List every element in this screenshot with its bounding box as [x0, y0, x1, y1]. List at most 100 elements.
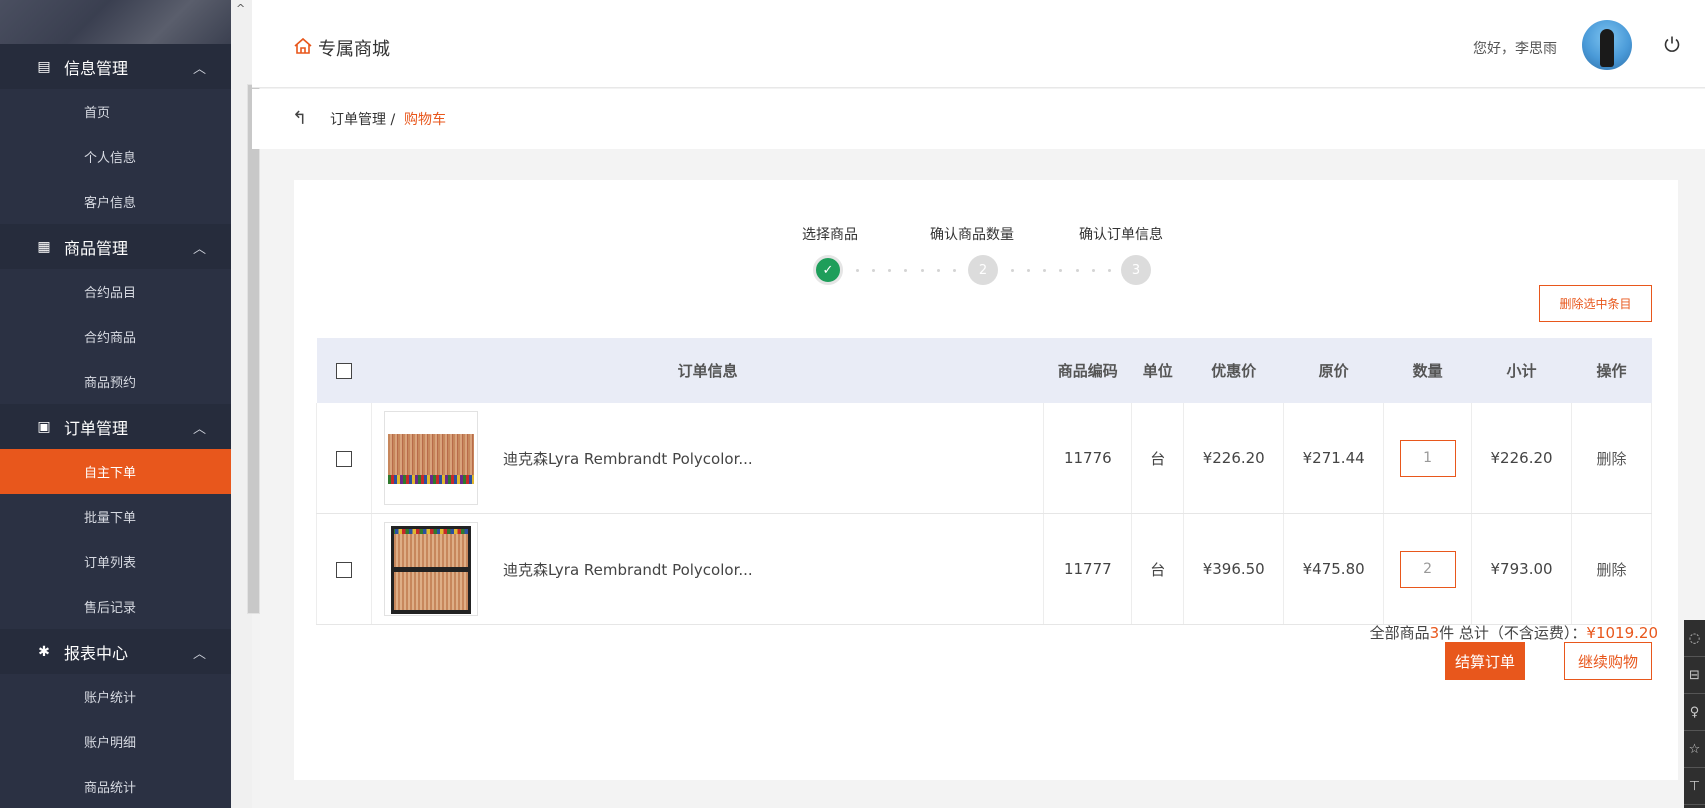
- col-discount-price: 优惠价: [1183, 338, 1284, 403]
- table-row: 迪克森Lyra Rembrandt Polycolor... 11777 台 ¥…: [316, 513, 1652, 625]
- back-to-top-icon[interactable]: ⊤: [1684, 768, 1705, 805]
- subtotal: ¥226.20: [1471, 403, 1572, 514]
- chevron-up-icon: ︿: [193, 647, 207, 662]
- bag-icon: ▣: [37, 418, 51, 435]
- sidebar-scrollbar[interactable]: ^: [231, 0, 260, 808]
- row-select-cell: [316, 403, 372, 514]
- product-unit: 台: [1131, 403, 1185, 514]
- menu-group-orders[interactable]: ▣ 订单管理 ︿: [0, 404, 231, 449]
- summary-prefix: 全部商品: [1369, 624, 1430, 642]
- step-connector: [1011, 269, 1111, 272]
- continue-shopping-button[interactable]: 继续购物: [1564, 642, 1652, 680]
- quantity-cell: 1: [1383, 403, 1473, 514]
- chat-icon[interactable]: ◌: [1684, 620, 1705, 657]
- floating-toolbar: ◌ ⊟ ♀ ☆ ⊤: [1684, 620, 1705, 808]
- product-cell: 迪克森Lyra Rembrandt Polycolor...: [371, 513, 1045, 625]
- delete-selected-button[interactable]: 删除选中条目: [1539, 285, 1652, 322]
- step-number-3: 3: [1121, 255, 1151, 285]
- col-subtotal: 小计: [1471, 338, 1572, 403]
- topbar: 专属商城 您好，李思雨: [252, 0, 1705, 88]
- quantity-cell: 2: [1383, 513, 1473, 625]
- step-label-select: 选择商品: [802, 227, 858, 243]
- step-number-2: 2: [968, 255, 998, 285]
- sidebar-item-account-details[interactable]: 账户明细: [0, 719, 231, 764]
- breadcrumb: ↰ 订单管理 / 购物车: [252, 89, 1705, 149]
- select-all-checkbox[interactable]: [335, 363, 352, 379]
- col-unit: 单位: [1131, 338, 1184, 403]
- grid-icon: ▦: [37, 238, 51, 255]
- product-name[interactable]: 迪克森Lyra Rembrandt Polycolor...: [503, 448, 753, 469]
- avatar[interactable]: [1582, 20, 1632, 70]
- menu-group-products[interactable]: ▦ 商品管理 ︿: [0, 224, 231, 269]
- sidebar-banner: [0, 0, 231, 44]
- row-checkbox[interactable]: [335, 561, 352, 578]
- select-all-cell: [316, 338, 372, 403]
- sidebar-item-contract-categories[interactable]: 合约品目: [0, 269, 231, 314]
- table-row: 迪克森Lyra Rembrandt Polycolor... 11776 台 ¥…: [316, 403, 1652, 514]
- original-price: ¥271.44: [1283, 403, 1385, 514]
- menu-group-label: 商品管理: [64, 238, 129, 258]
- menu-group-info[interactable]: ▤ 信息管理 ︿: [0, 44, 231, 89]
- original-price: ¥475.80: [1283, 513, 1385, 625]
- row-checkbox[interactable]: [335, 450, 352, 467]
- sidebar-item-self-order[interactable]: 自主下单: [0, 449, 231, 494]
- product-cell: 迪克森Lyra Rembrandt Polycolor...: [371, 403, 1045, 514]
- checkout-button[interactable]: 结算订单: [1445, 642, 1525, 680]
- row-select-cell: [316, 513, 372, 625]
- back-icon[interactable]: ↰: [292, 108, 307, 129]
- product-code: 11776: [1043, 403, 1133, 514]
- summary-total: ¥1019.20: [1586, 624, 1658, 642]
- menu-group-reports[interactable]: ✱ 报表中心 ︿: [0, 629, 231, 674]
- chevron-up-icon: ︿: [193, 62, 207, 77]
- step-connector: [856, 269, 956, 272]
- cart-icon[interactable]: ⊟: [1684, 657, 1705, 694]
- summary-count: 3: [1429, 624, 1440, 642]
- cart-card: 选择商品 确认商品数量 确认订单信息 ✓ 2 3 删除选中条目 订单信息 商品编…: [294, 180, 1678, 780]
- sidebar-item-home[interactable]: 首页: [0, 89, 231, 134]
- step-label-quantity: 确认商品数量: [930, 227, 1014, 243]
- sidebar-item-customers[interactable]: 客户信息: [0, 179, 231, 224]
- menu-group-label: 订单管理: [64, 418, 129, 438]
- product-image[interactable]: [383, 411, 478, 505]
- sidebar-item-product-stats[interactable]: 商品统计: [0, 764, 231, 808]
- delete-row-button[interactable]: 删除: [1596, 450, 1626, 468]
- cart-table: 订单信息 商品编码 单位 优惠价 原价 数量 小计 操作 迪克森Lyra Rem…: [316, 338, 1652, 625]
- quantity-input[interactable]: 2: [1399, 550, 1456, 588]
- chevron-up-icon: ︿: [193, 242, 207, 257]
- summary-middle: 件 总计（不含运费）：: [1439, 624, 1587, 642]
- breadcrumb-current: 购物车: [404, 112, 446, 128]
- brand-title[interactable]: 专属商城: [318, 35, 390, 61]
- menu-group-label: 信息管理: [64, 58, 129, 78]
- scroll-up-icon[interactable]: ^: [236, 2, 245, 15]
- action-cell: 删除: [1571, 403, 1652, 514]
- sidebar-item-account-stats[interactable]: 账户统计: [0, 674, 231, 719]
- breadcrumb-parent[interactable]: 订单管理 /: [330, 109, 395, 129]
- sidebar-item-product-reservation[interactable]: 商品预约: [0, 359, 231, 404]
- col-quantity: 数量: [1383, 338, 1472, 403]
- sidebar-item-batch-order[interactable]: 批量下单: [0, 494, 231, 539]
- sidebar: ▤ 信息管理 ︿ 首页 个人信息 客户信息 ▦ 商品管理 ︿ 合约品目 合约商品…: [0, 0, 231, 808]
- power-icon[interactable]: [1662, 34, 1682, 54]
- sidebar-item-contract-products[interactable]: 合约商品: [0, 314, 231, 359]
- table-header-row: 订单信息 商品编码 单位 优惠价 原价 数量 小计 操作: [316, 338, 1652, 403]
- sidebar-item-profile[interactable]: 个人信息: [0, 134, 231, 179]
- sidebar-item-after-sales[interactable]: 售后记录: [0, 584, 231, 629]
- col-original-price: 原价: [1283, 338, 1384, 403]
- user-greeting: 您好，李思雨: [1473, 41, 1557, 57]
- col-code: 商品编码: [1043, 338, 1132, 403]
- scrollbar-thumb[interactable]: [247, 84, 260, 614]
- subtotal: ¥793.00: [1471, 513, 1572, 625]
- home-icon[interactable]: [293, 36, 313, 56]
- product-image[interactable]: [383, 522, 478, 616]
- user-icon[interactable]: ♀: [1684, 694, 1705, 731]
- product-code: 11777: [1043, 513, 1133, 625]
- star-icon[interactable]: ☆: [1684, 731, 1705, 768]
- gear-icon: ✱: [38, 643, 50, 660]
- col-action: 操作: [1571, 338, 1652, 403]
- product-name[interactable]: 迪克森Lyra Rembrandt Polycolor...: [503, 559, 753, 580]
- product-unit: 台: [1131, 513, 1185, 625]
- delete-row-button[interactable]: 删除: [1596, 561, 1626, 579]
- step-done-check-icon: ✓: [813, 255, 843, 285]
- quantity-input[interactable]: 1: [1399, 439, 1456, 477]
- sidebar-item-order-list[interactable]: 订单列表: [0, 539, 231, 584]
